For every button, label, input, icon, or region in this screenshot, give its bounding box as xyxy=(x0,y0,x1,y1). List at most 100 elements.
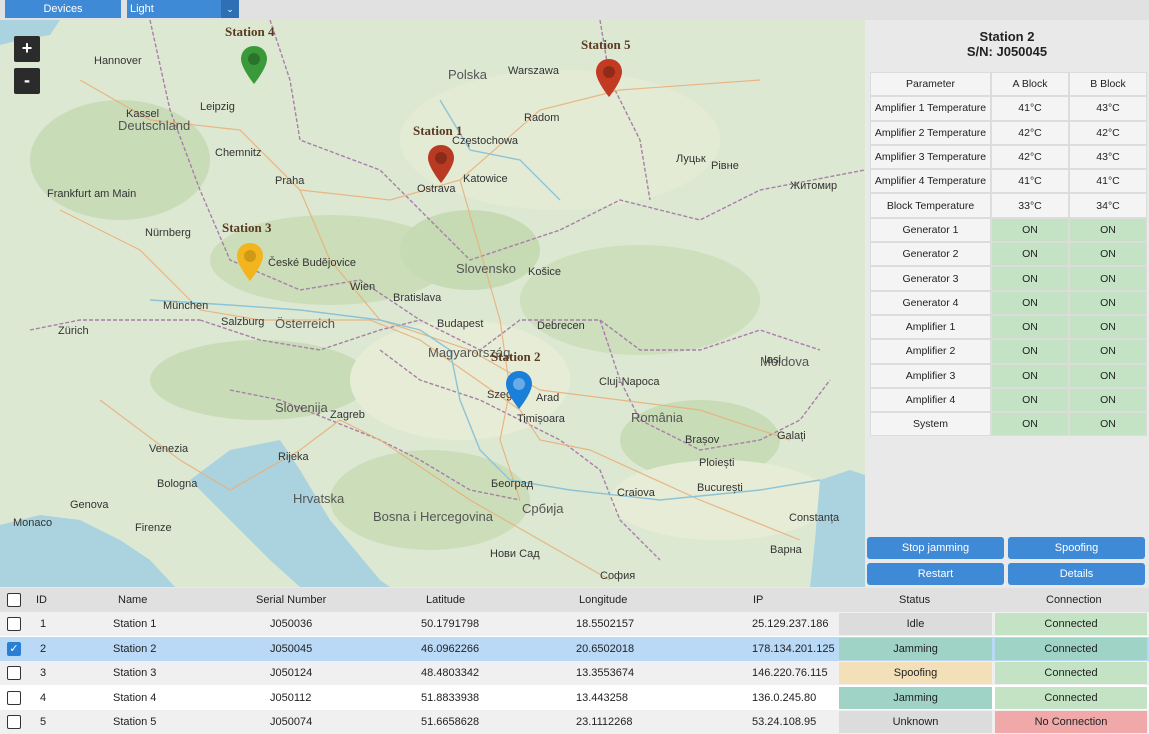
a-block-value: ON xyxy=(991,363,1069,388)
cell-name: Station 4 xyxy=(113,691,157,704)
map-label-hannover: Hannover xyxy=(94,55,142,67)
header-connection[interactable]: Connection xyxy=(1046,588,1102,612)
map-label-romania: România xyxy=(631,410,684,425)
parameter-row: Generator 3 ON ON xyxy=(870,266,1147,291)
row-checkbox[interactable] xyxy=(7,715,21,729)
parameter-name: Amplifier 4 Temperature xyxy=(870,169,991,194)
map-label-bologna: Bologna xyxy=(157,478,198,490)
parameter-row: Amplifier 3 Temperature 42°C 43°C xyxy=(870,144,1147,170)
device-row[interactable]: 4 Station 4 J050112 51.8833938 13.443258 136.… xyxy=(0,685,1149,710)
chevron-down-icon[interactable]: ⌄ xyxy=(221,0,239,18)
map-label-kosice: Košice xyxy=(528,266,562,278)
parameter-row: Generator 2 ON ON xyxy=(870,242,1147,267)
b-block-value: ON xyxy=(1069,290,1147,315)
map-label-hrvatska: Hrvatska xyxy=(293,491,345,506)
parameter-row: System ON ON xyxy=(870,412,1147,437)
connection-badge: Connected xyxy=(995,613,1147,635)
b-block-value: ON xyxy=(1069,363,1147,388)
station-5-marker[interactable] xyxy=(595,58,623,98)
map-label-rivne: Рівне xyxy=(711,160,739,172)
device-table-header: ID Name Serial Number Latitude Longitude… xyxy=(0,588,1149,612)
header-id[interactable]: ID xyxy=(36,588,47,612)
parameter-name: System xyxy=(870,412,991,437)
parameter-name: Amplifier 2 Temperature xyxy=(870,120,991,145)
row-checkbox[interactable] xyxy=(7,666,21,680)
details-button[interactable]: Details xyxy=(1008,563,1145,585)
header-longitude[interactable]: Longitude xyxy=(579,588,627,612)
cell-lat: 46.0962266 xyxy=(421,642,480,655)
cell-lon: 13.3553674 xyxy=(576,667,635,679)
b-block-value: ON xyxy=(1069,339,1147,364)
cell-lat: 51.6658628 xyxy=(421,716,480,728)
stop-jamming-button[interactable]: Stop jamming xyxy=(867,537,1004,559)
station-1-marker[interactable] xyxy=(427,144,455,184)
a-block-value: 42°C xyxy=(991,120,1069,145)
cell-serial: J050036 xyxy=(270,618,313,630)
station-3-marker[interactable] xyxy=(236,242,264,282)
map-label-chemnitz: Chemnitz xyxy=(215,147,262,159)
spoofing-button[interactable]: Spoofing xyxy=(1008,537,1145,559)
station-title: Station 2 S/N: J050045 xyxy=(865,29,1149,59)
cell-lat: 51.8833938 xyxy=(421,691,480,704)
map-label-munchen: München xyxy=(163,300,209,312)
parameter-name: Amplifier 1 Temperature xyxy=(870,96,991,121)
map-label-constanta: Constanța xyxy=(789,512,840,524)
map-label-iasi: Iași xyxy=(764,354,782,366)
status-badge: Jamming xyxy=(839,686,992,709)
parameter-name: Block Temperature xyxy=(870,193,991,218)
theme-select[interactable]: Light ⌄ xyxy=(127,0,239,18)
cell-name: Station 3 xyxy=(113,667,157,679)
map-label-ostrava: Ostrava xyxy=(417,183,456,195)
device-row[interactable]: ✓ 2 Station 2 J050045 46.0962266 20.6502018 17… xyxy=(0,636,1149,661)
cell-serial: J050112 xyxy=(270,691,312,704)
device-row[interactable]: 5 Station 5 J050074 51.6658628 23.1112268 53.… xyxy=(0,710,1149,734)
row-checkbox[interactable] xyxy=(7,617,21,631)
station-2-marker[interactable] xyxy=(505,370,533,410)
theme-select-value: Light xyxy=(130,3,154,15)
map-label-bratislava: Bratislava xyxy=(393,292,442,304)
cell-serial: J050124 xyxy=(270,667,313,679)
map-label-cluj: Cluj-Napoca xyxy=(599,376,660,388)
header-ip[interactable]: IP xyxy=(753,588,763,612)
select-all-checkbox[interactable] xyxy=(7,593,21,607)
b-block-value: 34°C xyxy=(1069,193,1147,218)
a-block-value: ON xyxy=(991,339,1069,364)
device-row[interactable]: 3 Station 3 J050124 48.4803342 13.3553674 146… xyxy=(0,661,1149,685)
map-label-slovensko: Slovensko xyxy=(456,261,516,276)
station-3-pin-dot xyxy=(244,250,256,262)
station-5-label: Station 5 xyxy=(581,37,631,52)
station-1-label: Station 1 xyxy=(413,123,463,138)
param-header-cell: B Block xyxy=(1069,72,1147,97)
header-serial[interactable]: Serial Number xyxy=(256,588,326,612)
zoom-out-button[interactable]: - xyxy=(14,68,40,94)
map-label-galati: Galați xyxy=(777,430,806,442)
row-checkbox[interactable] xyxy=(7,690,21,705)
map-label-venezia: Venezia xyxy=(149,443,189,455)
header-name[interactable]: Name xyxy=(118,588,147,612)
map-label-wien: Wien xyxy=(350,281,376,293)
parameter-name: Generator 2 xyxy=(870,242,991,267)
station-4-marker[interactable] xyxy=(240,45,268,85)
map-label-nurnberg: Nürnberg xyxy=(145,227,191,239)
map-label-radom: Radom xyxy=(524,112,560,124)
map-label-brasov: Brașov xyxy=(685,434,720,446)
row-checkbox[interactable]: ✓ xyxy=(7,641,21,656)
devices-button[interactable]: Devices xyxy=(5,0,121,18)
map-label-salzburg: Salzburg xyxy=(221,316,265,328)
param-header-cell: A Block xyxy=(991,72,1069,97)
cell-lon: 20.6502018 xyxy=(576,642,635,655)
map-label-genova: Genova xyxy=(70,499,109,511)
header-latitude[interactable]: Latitude xyxy=(426,588,465,612)
cell-ip: 53.24.108.95 xyxy=(752,716,817,728)
a-block-value: ON xyxy=(991,412,1069,437)
header-status[interactable]: Status xyxy=(899,588,930,612)
cell-id: 4 xyxy=(40,691,47,704)
parameter-row: Amplifier 2 Temperature 42°C 42°C xyxy=(870,120,1147,145)
map-view[interactable]: + - Deutschland Polska Slovensko Österre… xyxy=(0,20,865,587)
parameter-row: Amplifier 1 ON ON xyxy=(870,314,1147,340)
restart-button[interactable]: Restart xyxy=(867,563,1004,585)
device-row[interactable]: 1 Station 1 J050036 50.1791798 18.5502157 25.… xyxy=(0,612,1149,636)
map-label-leipzig: Leipzig xyxy=(200,101,235,113)
parameter-name: Amplifier 2 xyxy=(870,339,991,364)
zoom-in-button[interactable]: + xyxy=(14,36,40,62)
